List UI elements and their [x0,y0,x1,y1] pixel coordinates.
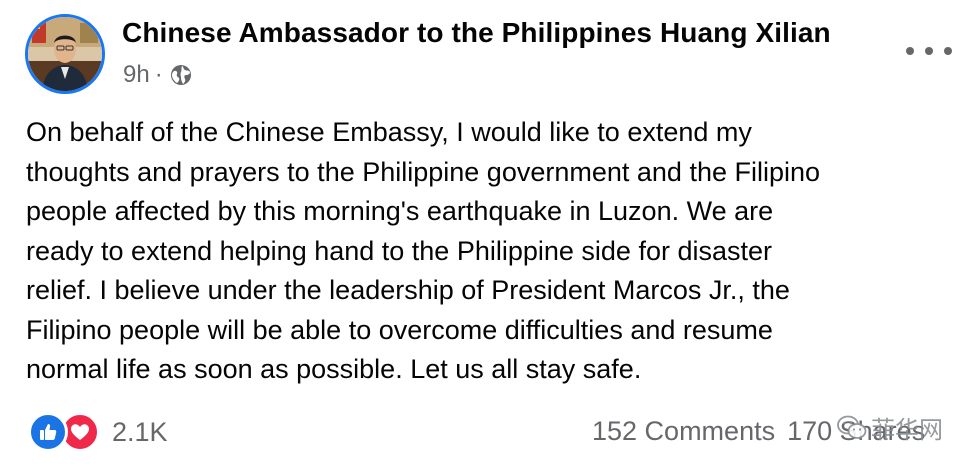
globe-icon[interactable] [169,63,193,87]
avatar-image [28,17,102,91]
facebook-post: Chinese Ambassador to the Philippines Hu… [0,0,976,470]
post-text-line: thoughts and prayers to the Philippine g… [26,156,821,187]
post-body: On behalf of the Chinese Embassy, I woul… [26,113,956,390]
author-avatar[interactable] [25,14,105,94]
meta-separator: · [154,61,163,88]
post-text-line: On behalf of the Chinese Embassy, I woul… [26,117,752,147]
comments-count[interactable]: 152 Comments [592,416,775,447]
post-text-line: ready to extend helping hand to the Phil… [26,235,772,266]
like-icon [28,412,68,452]
post-text-line: relief. I believe under the leadership o… [26,275,790,305]
post-time[interactable]: 9h [123,61,150,89]
author-name[interactable]: Chinese Ambassador to the Philippines Hu… [122,17,831,49]
post-meta: 9h · [123,61,193,89]
post-text-line: people affected by this morning's earthq… [26,196,774,226]
post-text-line: Filipino people will be able to overcome… [26,314,773,345]
watermark: 菲华网 [837,410,943,445]
post-text-line: normal life as soon as possible. Let us … [26,354,642,384]
more-options-icon[interactable] [906,36,952,66]
watermark-text: 菲华网 [871,417,943,444]
wechat-icon [837,415,867,439]
reaction-count: 2.1K [112,416,168,447]
reactions-summary[interactable]: 2.1K [28,412,168,452]
